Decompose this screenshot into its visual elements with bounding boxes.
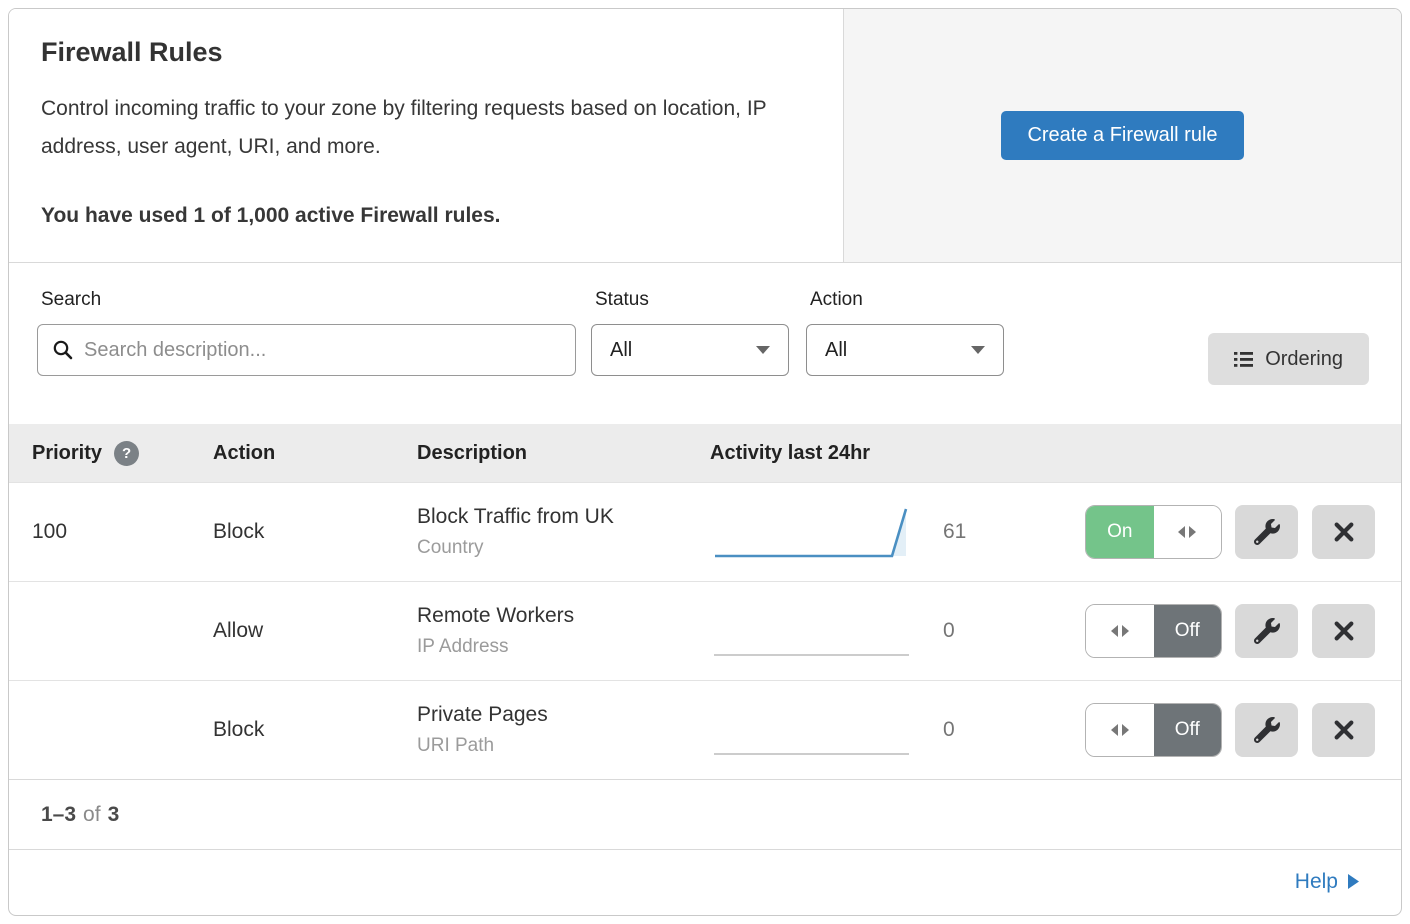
priority-value: 100: [9, 520, 213, 544]
rule-enable-toggle[interactable]: On: [1085, 505, 1222, 559]
toggle-drag-handle[interactable]: [1086, 605, 1154, 657]
pagination-bar: 1–3 of 3: [9, 779, 1401, 849]
help-link-label: Help: [1295, 870, 1338, 894]
header-section: Firewall Rules Control incoming traffic …: [9, 9, 1401, 263]
create-firewall-rule-button[interactable]: Create a Firewall rule: [1001, 111, 1243, 160]
action-value: Block: [213, 520, 417, 544]
search-box[interactable]: [37, 324, 576, 376]
wrench-icon: [1254, 519, 1280, 545]
help-question-icon[interactable]: ?: [114, 441, 139, 466]
status-selected-value: All: [610, 339, 632, 362]
filter-bar: Search Status All Action All: [9, 263, 1401, 424]
activity-count: 61: [943, 520, 966, 544]
toggle-state-label: Off: [1154, 605, 1222, 657]
edit-rule-button[interactable]: [1235, 604, 1298, 658]
rule-enable-toggle[interactable]: Off: [1085, 604, 1222, 658]
toggle-drag-handle[interactable]: [1086, 704, 1154, 756]
help-link[interactable]: Help: [1295, 870, 1359, 894]
toggle-state-label: On: [1086, 506, 1154, 558]
chevron-down-icon: [756, 346, 770, 354]
rule-description: Block Traffic from UK: [417, 505, 710, 529]
close-icon: [1333, 521, 1355, 543]
rule-type: IP Address: [417, 636, 710, 658]
usage-note: You have used 1 of 1,000 active Firewall…: [41, 204, 811, 228]
action-selected-value: All: [825, 339, 847, 362]
column-action: Action: [213, 442, 417, 465]
close-icon: [1333, 719, 1355, 741]
footer-bar: Help: [9, 849, 1401, 913]
pagination-range: 1–3: [41, 803, 76, 827]
rule-type: URI Path: [417, 735, 710, 757]
triangle-right-icon: [1122, 625, 1129, 637]
search-input[interactable]: [84, 339, 561, 362]
search-icon: [52, 339, 74, 361]
delete-rule-button[interactable]: [1312, 505, 1375, 559]
activity-count: 0: [943, 619, 955, 643]
toggle-drag-handle[interactable]: [1154, 506, 1222, 558]
status-label: Status: [591, 289, 789, 311]
page-description: Control incoming traffic to your zone by…: [41, 90, 811, 166]
table-row: Allow Remote Workers IP Address 0 Off: [9, 581, 1401, 680]
wrench-icon: [1254, 717, 1280, 743]
action-dropdown[interactable]: All: [806, 324, 1004, 376]
triangle-right-icon: [1122, 724, 1129, 736]
triangle-left-icon: [1111, 724, 1118, 736]
firewall-rules-panel: Firewall Rules Control incoming traffic …: [8, 8, 1402, 916]
chevron-down-icon: [971, 346, 985, 354]
delete-rule-button[interactable]: [1312, 703, 1375, 757]
action-value: Allow: [213, 619, 417, 643]
rule-description: Private Pages: [417, 703, 710, 727]
action-label: Action: [806, 289, 1004, 311]
triangle-left-icon: [1178, 526, 1185, 538]
table-row: Block Private Pages URI Path 0 Off: [9, 680, 1401, 779]
triangle-right-icon: [1189, 526, 1196, 538]
table-header: Priority ? Action Description Activity l…: [9, 424, 1401, 482]
activity-sparkline: [710, 701, 915, 759]
create-rule-panel: Create a Firewall rule: [843, 9, 1401, 262]
edit-rule-button[interactable]: [1235, 505, 1298, 559]
rule-enable-toggle[interactable]: Off: [1085, 703, 1222, 757]
ordering-button-label: Ordering: [1265, 348, 1343, 371]
delete-rule-button[interactable]: [1312, 604, 1375, 658]
header-text-block: Firewall Rules Control incoming traffic …: [9, 9, 843, 262]
page-title: Firewall Rules: [41, 37, 811, 68]
column-description: Description: [417, 442, 710, 465]
pagination-total: 3: [108, 803, 120, 827]
ordered-list-icon: [1234, 351, 1253, 368]
triangle-left-icon: [1111, 625, 1118, 637]
wrench-icon: [1254, 618, 1280, 644]
pagination-of: of: [83, 803, 101, 827]
ordering-button[interactable]: Ordering: [1208, 333, 1369, 385]
action-value: Block: [213, 718, 417, 742]
column-activity: Activity last 24hr: [710, 442, 1085, 465]
toggle-state-label: Off: [1154, 704, 1222, 756]
activity-sparkline: [710, 503, 915, 561]
search-label: Search: [37, 289, 576, 311]
table-row: 100 Block Block Traffic from UK Country …: [9, 482, 1401, 581]
close-icon: [1333, 620, 1355, 642]
edit-rule-button[interactable]: [1235, 703, 1298, 757]
status-dropdown[interactable]: All: [591, 324, 789, 376]
rule-type: Country: [417, 537, 710, 559]
activity-count: 0: [943, 718, 955, 742]
rule-description: Remote Workers: [417, 604, 710, 628]
column-priority: Priority: [32, 442, 102, 465]
arrow-right-icon: [1348, 874, 1359, 889]
activity-sparkline: [710, 602, 915, 660]
